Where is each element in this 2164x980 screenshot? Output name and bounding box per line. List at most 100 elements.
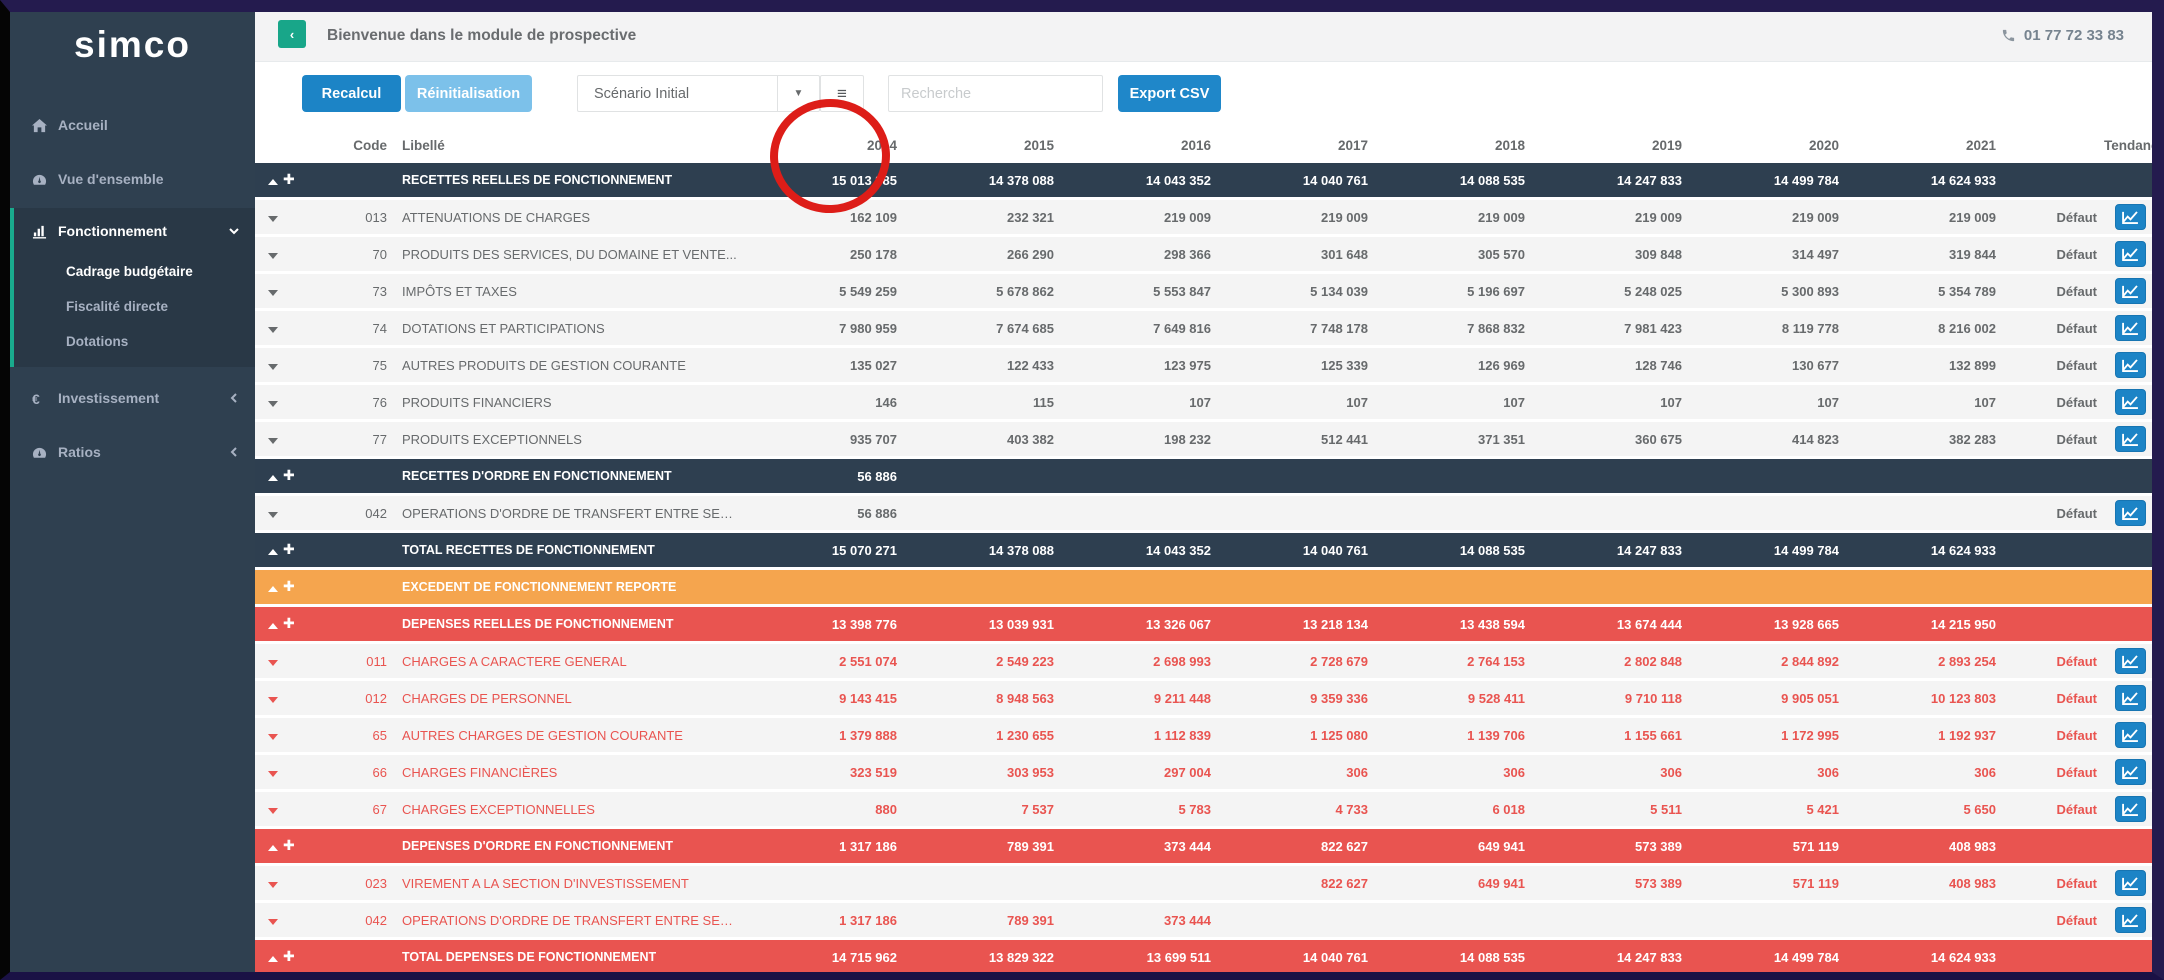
code-cell: 77 (372, 431, 387, 447)
tendance-cell[interactable]: Défaut (1996, 284, 2097, 299)
sidebar-item-accueil[interactable]: Accueil (10, 102, 255, 148)
caret-down-icon (268, 252, 278, 259)
row-expand-caret[interactable] (255, 284, 299, 299)
budget-table: Code Libellé 2014 2015 2016 2017 2018 20… (255, 128, 2152, 972)
row-expand-caret[interactable] (255, 321, 299, 336)
section-collapse-control[interactable]: ✚ (255, 468, 299, 485)
chart-cell (2097, 796, 2152, 822)
value-cell: 2 802 848 (1624, 653, 1682, 669)
row-expand-caret[interactable] (255, 728, 299, 743)
section-collapse-control[interactable]: ✚ (255, 172, 299, 189)
chart-button[interactable] (2115, 907, 2146, 933)
reinitialisation-button[interactable]: Réinitialisation (405, 75, 532, 112)
tendance-cell[interactable]: Défaut (1996, 802, 2097, 817)
chart-button[interactable] (2115, 870, 2146, 896)
row-expand-caret[interactable] (255, 210, 299, 225)
value-cell: 880 (875, 801, 897, 817)
search-input[interactable] (888, 75, 1103, 112)
app-logo: simco (74, 24, 191, 65)
code-cell: 74 (372, 320, 387, 336)
tendance-cell[interactable]: Défaut (1996, 210, 2097, 225)
row-expand-caret[interactable] (255, 691, 299, 706)
row-expand-caret[interactable] (255, 913, 299, 928)
back-button[interactable]: ‹ (278, 20, 306, 48)
value-cell: 14 043 352 (1145, 542, 1211, 558)
sidebar-item-ratios[interactable]: Ratios (10, 429, 255, 475)
tendance-cell[interactable]: Défaut (1996, 395, 2097, 410)
chart-button[interactable] (2115, 426, 2146, 452)
section-collapse-control[interactable]: ✚ (255, 542, 299, 559)
tendance-cell[interactable]: Défaut (1996, 728, 2097, 743)
chart-button[interactable] (2115, 315, 2146, 341)
chart-button[interactable] (2115, 500, 2146, 526)
value-cell: 5 650 (1963, 801, 1996, 817)
tendance-cell[interactable]: Défaut (1996, 876, 2097, 891)
sidebar-item-label: Investissement (58, 390, 160, 406)
sidebar-item-investissement[interactable]: € Investissement (10, 375, 255, 421)
value-cell: 2 551 074 (839, 653, 897, 669)
sidebar-item-cadrage-budgetaire[interactable]: Cadrage budgétaire (14, 254, 255, 289)
row-expand-caret[interactable] (255, 802, 299, 817)
row-expand-caret[interactable] (255, 432, 299, 447)
export-csv-button[interactable]: Export CSV (1118, 75, 1221, 112)
tendance-cell[interactable]: Défaut (1996, 506, 2097, 521)
row-expand-caret[interactable] (255, 358, 299, 373)
label-cell: OPERATIONS D'ORDRE DE TRANSFERT ENTRE SE… (402, 912, 740, 928)
sidebar-item-fiscalite-directe[interactable]: Fiscalité directe (14, 289, 255, 324)
sidebar-active-section: Fonctionnement Cadrage budgétaire Fiscal… (10, 208, 255, 367)
value-cell: 123 975 (1164, 357, 1211, 373)
value-cell: 135 027 (850, 357, 897, 373)
row-expand-caret[interactable] (255, 247, 299, 262)
value-cell: 9 143 415 (839, 690, 897, 706)
tendance-cell[interactable]: Défaut (1996, 913, 2097, 928)
value-cell: 414 823 (1792, 431, 1839, 447)
tendance-cell[interactable]: Défaut (1996, 691, 2097, 706)
section-collapse-control[interactable]: ✚ (255, 838, 299, 855)
chart-button[interactable] (2115, 648, 2146, 674)
section-collapse-control[interactable]: ✚ (255, 949, 299, 966)
value-cell: 9 528 411 (1467, 690, 1525, 706)
row-expand-caret[interactable] (255, 654, 299, 669)
chart-button[interactable] (2115, 352, 2146, 378)
chart-button[interactable] (2115, 204, 2146, 230)
tendance-cell[interactable]: Défaut (1996, 358, 2097, 373)
value-cell: 789 391 (1007, 838, 1054, 854)
scenario-menu-button[interactable]: ≡ (820, 75, 864, 112)
tendance-cell[interactable]: Défaut (1996, 654, 2097, 669)
value-cell: 14 499 784 (1773, 542, 1839, 558)
value-cell: 14 624 933 (1930, 949, 1996, 965)
row-expand-caret[interactable] (255, 765, 299, 780)
chart-button[interactable] (2115, 389, 2146, 415)
value-cell: 822 627 (1321, 875, 1368, 891)
chart-button[interactable] (2115, 241, 2146, 267)
tendance-cell[interactable]: Défaut (1996, 765, 2097, 780)
table-row: 65 AUTRES CHARGES DE GESTION COURANTE 1 37… (255, 718, 2152, 752)
tendance-cell[interactable]: Défaut (1996, 321, 2097, 336)
recalcul-button[interactable]: Recalcul (302, 75, 401, 112)
tendance-cell[interactable]: Défaut (1996, 432, 2097, 447)
row-expand-caret[interactable] (255, 876, 299, 891)
chart-button[interactable] (2115, 759, 2146, 785)
column-header-code: Code (353, 138, 387, 153)
section-collapse-control[interactable]: ✚ (255, 616, 299, 633)
chart-button[interactable] (2115, 722, 2146, 748)
chart-button[interactable] (2115, 796, 2146, 822)
sidebar-item-fonctionnement[interactable]: Fonctionnement (14, 208, 255, 254)
row-expand-caret[interactable] (255, 395, 299, 410)
scenario-select[interactable]: Scénario Initial ▼ (577, 75, 820, 112)
value-cell: 14 378 088 (988, 172, 1054, 188)
chart-button[interactable] (2115, 278, 2146, 304)
value-cell: 2 844 892 (1781, 653, 1839, 669)
chart-cell (2097, 389, 2152, 415)
section-row: ✚ EXCEDENT DE FONCTIONNEMENT REPORTE (255, 570, 2152, 604)
row-expand-caret[interactable] (255, 506, 299, 521)
value-cell: 219 009 (1164, 209, 1211, 225)
tendance-cell[interactable]: Défaut (1996, 247, 2097, 262)
section-collapse-control[interactable]: ✚ (255, 579, 299, 596)
sidebar-item-vue-densemble[interactable]: Vue d'ensemble (10, 156, 255, 202)
dashboard-icon (32, 172, 49, 187)
chart-button[interactable] (2115, 685, 2146, 711)
plus-icon: ✚ (283, 171, 295, 187)
sidebar-item-dotations[interactable]: Dotations (14, 324, 255, 359)
value-cell: 373 444 (1164, 838, 1211, 854)
